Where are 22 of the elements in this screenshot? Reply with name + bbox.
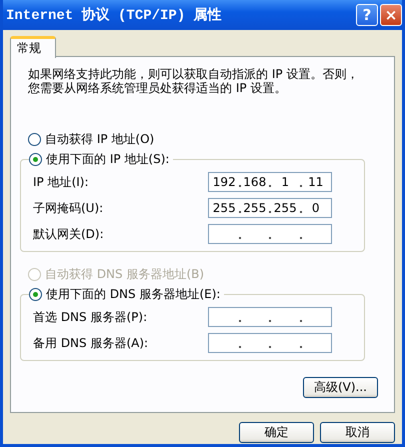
ip-address-field[interactable]: 255 255 255 0 bbox=[208, 198, 332, 218]
ip-address-field[interactable] bbox=[208, 333, 332, 353]
advanced-button[interactable]: 高级(V)... bbox=[303, 377, 378, 398]
field-label: 子网掩码(U): bbox=[33, 200, 104, 216]
radio-icon bbox=[29, 152, 42, 166]
ip-address-field[interactable]: 192 168 1 11 bbox=[208, 172, 332, 192]
dialog-button[interactable]: 确定 bbox=[239, 422, 314, 443]
field-label: 备用 DNS 服务器(A): bbox=[33, 334, 148, 352]
help-button[interactable]: ? bbox=[356, 4, 378, 26]
field-label: 首选 DNS 服务器(P): bbox=[33, 308, 148, 326]
close-button[interactable]: × bbox=[380, 4, 402, 26]
radio-icon bbox=[29, 288, 42, 300]
radio-icon bbox=[28, 268, 41, 280]
field-label: 默认网关(D): bbox=[33, 226, 104, 242]
ip-address-field[interactable] bbox=[208, 224, 332, 244]
field-label: IP 地址(I): bbox=[33, 174, 89, 190]
dialog-button[interactable]: 取消 bbox=[320, 422, 395, 443]
window-title: Internet 协议 (TCP/IP) 属性 bbox=[6, 6, 223, 24]
description-text: 如果网络支持此功能，则可以获取自动指派的 IP 设置。否则，您需要从网络系统管理员处获得适当的 IP 设置。 bbox=[28, 67, 360, 95]
tab[interactable]: 常规 bbox=[10, 36, 56, 58]
ip-address-field[interactable] bbox=[208, 307, 332, 327]
radio-icon bbox=[28, 132, 41, 146]
